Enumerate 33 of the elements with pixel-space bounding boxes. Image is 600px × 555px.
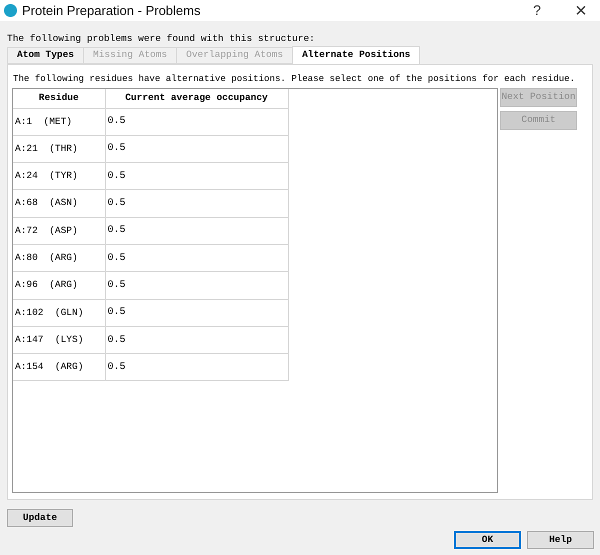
table-cell: 0.5: [105, 217, 288, 244]
table-cell: 0.5: [105, 162, 288, 190]
table-cell: 0.5: [105, 272, 288, 300]
app-logo-icon: [4, 4, 17, 17]
table-cell: 0.5: [105, 326, 288, 354]
table-cell: 0.5: [105, 299, 288, 326]
table-cell: 0.5: [105, 190, 288, 218]
table-cell: A:154 (ARG): [13, 354, 105, 381]
ok-button[interactable]: OK: [454, 531, 521, 549]
table-cell: A:21 (THR): [13, 135, 105, 163]
table-cell: A:1 (MET): [13, 108, 105, 136]
table-cell: A:80 (ARG): [13, 244, 105, 272]
help-button[interactable]: ?: [522, 0, 552, 21]
table-cell: A:102 (GLN): [13, 299, 105, 326]
table-cell: 0.5: [105, 108, 288, 136]
close-button[interactable]: ×: [566, 0, 596, 20]
intro-text: The following problems were found with this structure:: [7, 33, 316, 45]
column-header: Current average occupancy: [105, 89, 288, 108]
tab[interactable]: Atom Types: [7, 47, 84, 64]
table-cell: 0.5: [105, 135, 288, 163]
tab[interactable]: Alternate Positions: [292, 46, 420, 65]
table-cell: A:72 (ASP): [13, 217, 105, 244]
table-cell: 0.5: [105, 354, 288, 381]
table-cell: A:147 (LYS): [13, 326, 105, 354]
update-button[interactable]: Update: [7, 509, 73, 527]
window-title: Protein Preparation - Problems: [22, 2, 200, 20]
table-cell: A:24 (TYR): [13, 162, 105, 190]
table-cell: A:68 (ASN): [13, 190, 105, 218]
column-header: Residue: [13, 89, 105, 108]
table-cell: A:96 (ARG): [13, 272, 105, 300]
instruction-text: The following residues have alternative positions. Please select one of the positions for each residue.: [12, 72, 576, 85]
table-cell: 0.5: [105, 244, 288, 272]
help-button[interactable]: Help: [527, 531, 594, 549]
